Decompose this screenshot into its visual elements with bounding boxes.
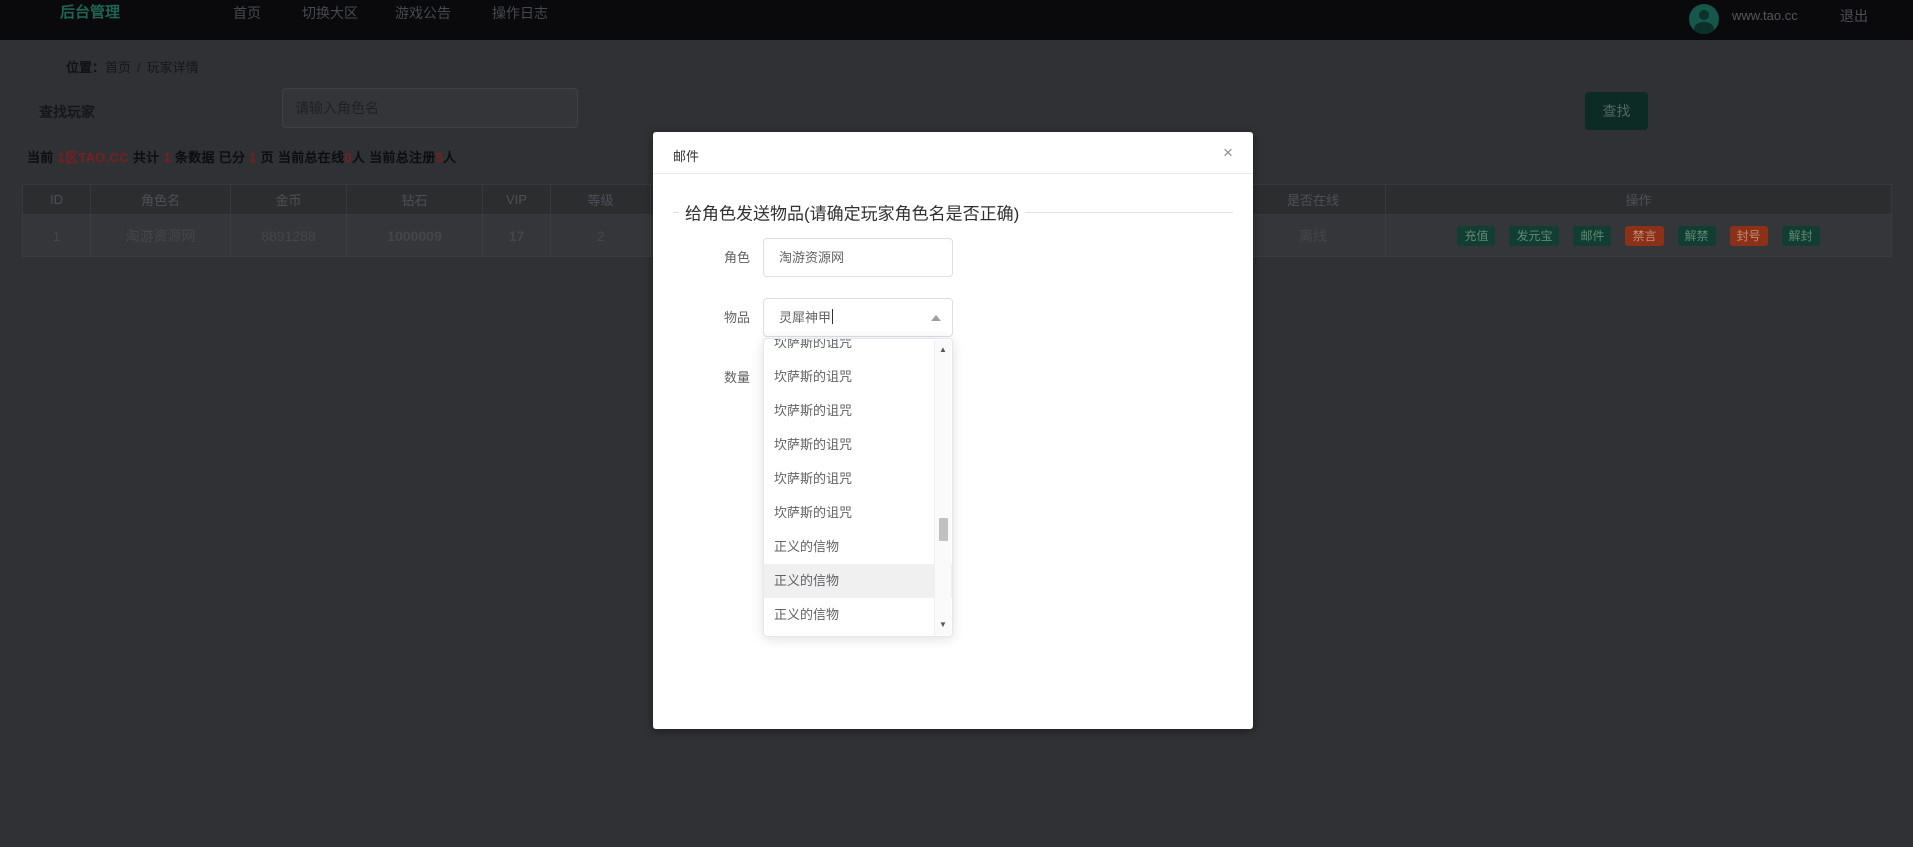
dropdown-item-hovered[interactable]: 正义的信物 [764,564,952,598]
scrollbar-thumb[interactable] [939,518,948,541]
dropdown-item[interactable]: 坎萨斯的诅咒 [764,428,952,462]
item-field-label: 物品 [653,298,750,337]
item-dropdown: 坎萨斯的诅咒 坎萨斯的诅咒 坎萨斯的诅咒 坎萨斯的诅咒 坎萨斯的诅咒 坎萨斯的诅… [763,338,953,637]
amount-field-row: 数量 [653,358,1253,397]
close-icon[interactable]: × [1217,142,1239,164]
text-cursor [832,309,833,324]
dialog-header: 邮件 × [653,132,1253,174]
role-field-input[interactable]: 淘游资源网 [763,238,953,277]
amount-field-label: 数量 [653,358,750,397]
dropdown-item[interactable]: 坎萨斯的诅咒 [764,462,952,496]
item-select-input[interactable]: 灵犀神甲 [763,298,953,337]
dropdown-item[interactable]: 坎萨斯的诅咒 [764,496,952,530]
item-select-value: 灵犀神甲 [779,310,831,325]
dropdown-item[interactable]: 正义的信物 [764,530,952,564]
dropdown-list: 坎萨斯的诅咒 坎萨斯的诅咒 坎萨斯的诅咒 坎萨斯的诅咒 坎萨斯的诅咒 坎萨斯的诅… [764,338,952,632]
dropdown-item[interactable]: 正义的信物 [764,598,952,632]
caret-up-icon[interactable] [931,315,941,321]
role-field-row: 角色 淘游资源网 [653,238,1253,277]
mail-dialog: 邮件 × 给角色发送物品(请确定玩家角色名是否正确) 角色 淘游资源网 物品 灵… [653,132,1253,729]
dropdown-item[interactable]: 坎萨斯的诅咒 [764,394,952,428]
role-field-label: 角色 [653,238,750,277]
dropdown-item[interactable]: 坎萨斯的诅咒 [764,360,952,394]
dialog-heading: 给角色发送物品(请确定玩家角色名是否正确) [679,200,1025,225]
dialog-title: 邮件 [673,146,699,165]
dropdown-scrollbar[interactable]: ▲ ▼ [934,340,951,635]
scroll-up-icon[interactable]: ▲ [935,343,951,357]
scroll-down-icon[interactable]: ▼ [935,618,951,632]
item-field-row: 物品 灵犀神甲 [653,298,1253,337]
role-field-value: 淘游资源网 [779,250,844,265]
dropdown-item[interactable]: 坎萨斯的诅咒 [764,338,952,360]
